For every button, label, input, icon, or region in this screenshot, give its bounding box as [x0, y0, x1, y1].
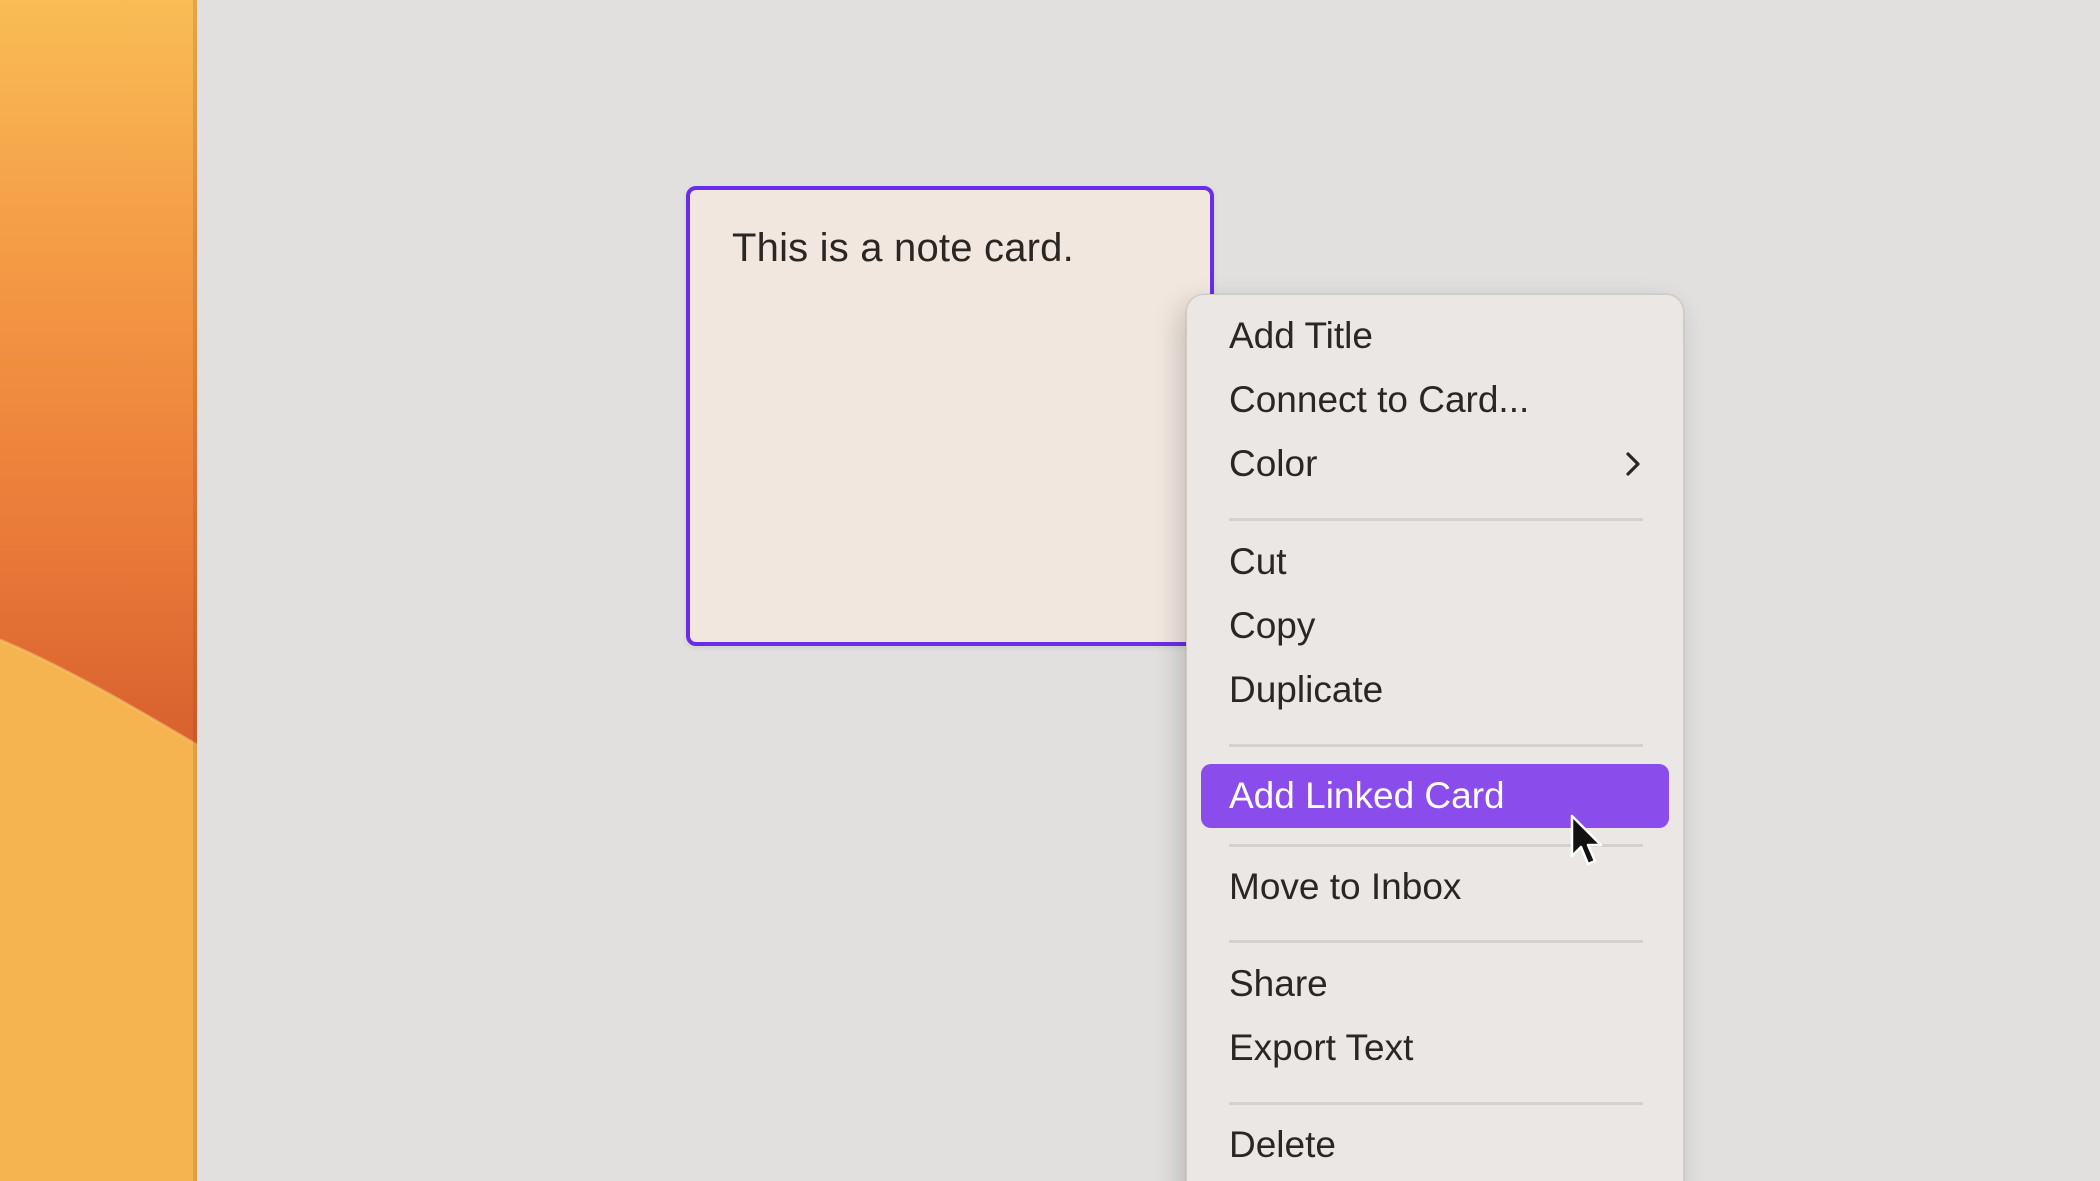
- chevron-right-icon: [1626, 452, 1640, 476]
- desktop-wallpaper: [0, 0, 197, 1181]
- context-menu: Add Title Connect to Card... Color Cut C…: [1186, 294, 1684, 1181]
- wallpaper-wave-shape: [0, 638, 197, 1181]
- menu-item-share[interactable]: Share: [1201, 952, 1669, 1016]
- menu-separator: [1229, 940, 1643, 943]
- menu-item-delete[interactable]: Delete: [1201, 1113, 1669, 1177]
- menu-item-copy[interactable]: Copy: [1201, 594, 1669, 658]
- menu-separator: [1229, 518, 1643, 521]
- note-card[interactable]: This is a note card.: [686, 186, 1214, 646]
- menu-item-add-title[interactable]: Add Title: [1201, 304, 1669, 368]
- arrow-pointer-icon: [1570, 814, 1603, 866]
- note-card-text[interactable]: This is a note card.: [732, 226, 1074, 271]
- menu-item-cut[interactable]: Cut: [1201, 530, 1669, 594]
- menu-separator: [1229, 744, 1643, 747]
- menu-item-color-label: Color: [1229, 443, 1318, 484]
- menu-item-connect-to-card[interactable]: Connect to Card...: [1201, 368, 1669, 432]
- menu-item-export-text[interactable]: Export Text: [1201, 1016, 1669, 1080]
- menu-item-duplicate[interactable]: Duplicate: [1201, 658, 1669, 722]
- menu-separator: [1229, 1102, 1643, 1105]
- menu-item-color[interactable]: Color: [1201, 432, 1669, 496]
